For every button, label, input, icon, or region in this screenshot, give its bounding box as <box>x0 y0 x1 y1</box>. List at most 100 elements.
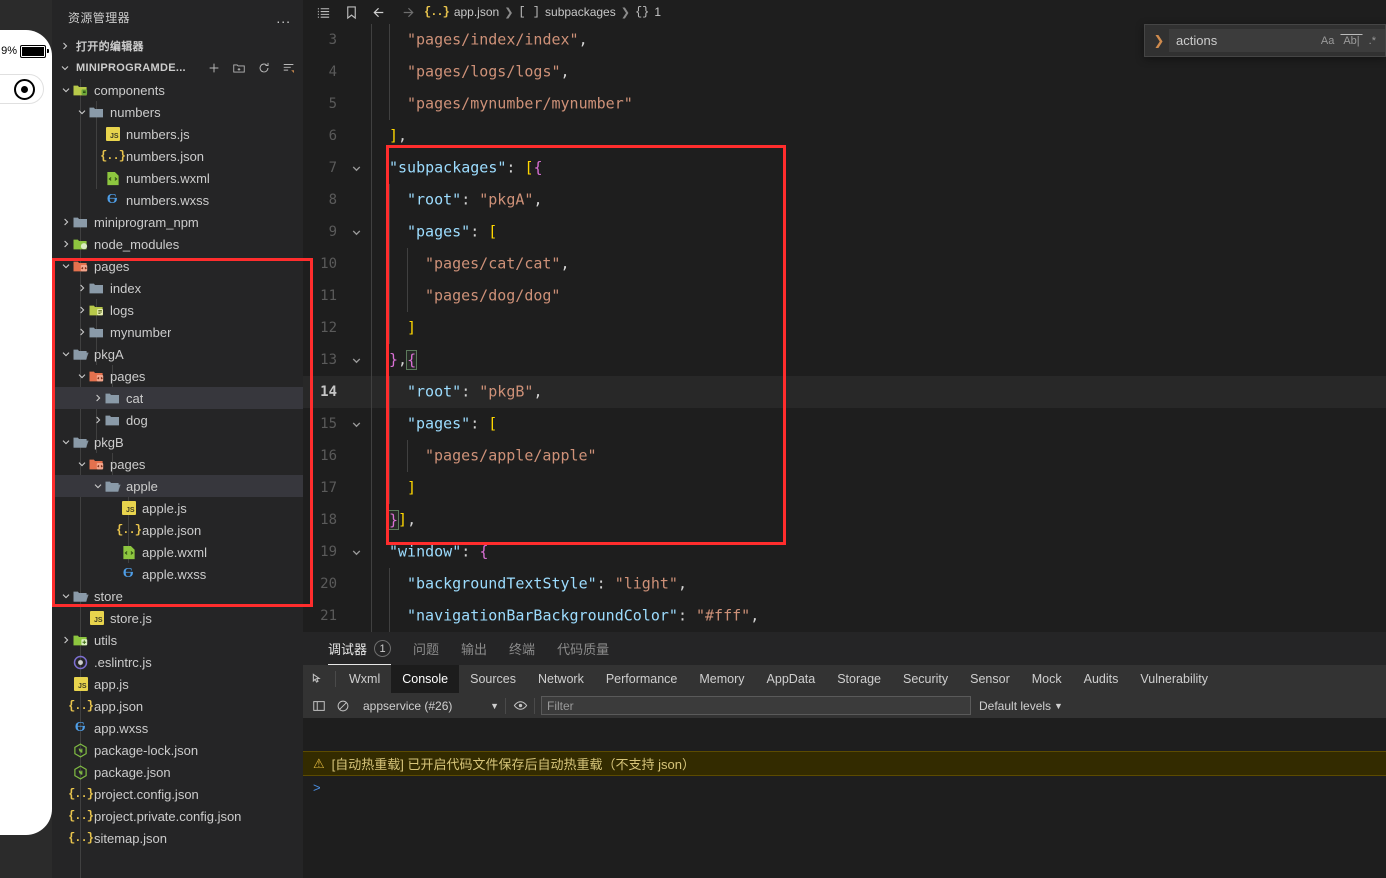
chevron-right-icon[interactable] <box>60 629 72 651</box>
code-line[interactable]: 12] <box>303 312 1386 344</box>
chevron-down-icon[interactable] <box>60 431 72 453</box>
code-line[interactable]: 19 "window": { <box>303 536 1386 568</box>
panel-toggle-icon[interactable] <box>307 693 331 718</box>
panel-tab-2[interactable]: 输出 <box>450 632 498 665</box>
tree-folder-numbers[interactable]: numbers <box>52 101 303 123</box>
tree-file-apple-wxss[interactable]: Əapple.wxss <box>52 563 303 585</box>
collapse-all-button[interactable] <box>281 60 297 76</box>
console-output[interactable]: ⚠ [自动热重载] 已开启代码文件保存后自动热重载（不支持 json） > <box>303 751 1386 878</box>
code-line[interactable]: 20 "backgroundTextStyle": "light", <box>303 568 1386 600</box>
bookmark-icon[interactable] <box>337 0 365 24</box>
devtools-tab-storage[interactable]: Storage <box>826 665 892 693</box>
tree-folder-dog[interactable]: dog <box>52 409 303 431</box>
chevron-down-icon[interactable] <box>60 585 72 607</box>
panel-tab-1[interactable]: 问题 <box>402 632 450 665</box>
devtools-tab-bar[interactable]: Wxml Console Sources Network Performance Memo… <box>303 665 1386 693</box>
tree-folder-pages[interactable]: pages <box>52 365 303 387</box>
code-line[interactable]: 7 "subpackages": [{ <box>303 152 1386 184</box>
code-line[interactable]: 5 "pages/mynumber/mynumber" <box>303 88 1386 120</box>
element-picker-icon[interactable] <box>303 665 333 693</box>
panel-tab-3[interactable]: 终端 <box>498 632 546 665</box>
chevron-down-icon[interactable] <box>76 101 88 123</box>
tree-folder-pkga[interactable]: pkgA <box>52 343 303 365</box>
code-lines-container[interactable]: 3 "pages/index/index", 4 "pages/logs/logs",… <box>303 24 1386 632</box>
code-line[interactable]: 18}], <box>303 504 1386 536</box>
devtools-tab-console[interactable]: Console <box>391 665 460 693</box>
fold-chevron-down-icon[interactable] <box>347 163 365 174</box>
tree-file-apple-wxml[interactable]: apple.wxml <box>52 541 303 563</box>
chevron-down-icon[interactable] <box>76 365 88 387</box>
breadcrumb-item-file[interactable]: {..} app.json <box>421 5 502 19</box>
tree-file-store-js[interactable]: JS store.js <box>52 607 303 629</box>
devtools-tab-performance[interactable]: Performance <box>595 665 689 693</box>
devtools-tab-wxml[interactable]: Wxml <box>338 665 391 693</box>
tree-file-app-json[interactable]: {..} app.json <box>52 695 303 717</box>
back-arrow-icon[interactable] <box>365 0 393 24</box>
tree-folder-pkgb[interactable]: pkgB <box>52 431 303 453</box>
code-line[interactable]: 4 "pages/logs/logs", <box>303 56 1386 88</box>
forward-arrow-icon[interactable] <box>393 0 421 24</box>
code-line[interactable]: 16 "pages/apple/apple" <box>303 440 1386 472</box>
chevron-down-icon[interactable] <box>76 453 88 475</box>
tree-folder-apple[interactable]: apple <box>52 475 303 497</box>
tree-file-numbers-wxml[interactable]: numbers.wxml <box>52 167 303 189</box>
outline-icon[interactable] <box>309 0 337 24</box>
chevron-down-icon[interactable] <box>92 475 104 497</box>
code-line[interactable]: 11 "pages/dog/dog" <box>303 280 1386 312</box>
panel-tab-0[interactable]: 调试器 1 <box>317 632 402 665</box>
console-context-select[interactable]: appservice (#26) ▼ <box>355 696 503 715</box>
devtools-tab-audits[interactable]: Audits <box>1073 665 1130 693</box>
console-prompt[interactable]: > <box>303 776 1386 798</box>
code-line[interactable]: 14 "root": "pkgB", <box>303 376 1386 408</box>
project-section[interactable]: MINIPROGRAMDE... <box>52 57 303 79</box>
devtools-tab-sources[interactable]: Sources <box>459 665 527 693</box>
devtools-tab-memory[interactable]: Memory <box>688 665 755 693</box>
find-input[interactable]: actions Aa Ab| .* <box>1169 29 1385 52</box>
tree-file-numbers-json[interactable]: {..} numbers.json <box>52 145 303 167</box>
tree-file-apple-json[interactable]: {..} apple.json <box>52 519 303 541</box>
fold-chevron-down-icon[interactable] <box>347 227 365 238</box>
new-file-button[interactable] <box>206 60 222 76</box>
tree-file-project-config-json[interactable]: {..} project.config.json <box>52 783 303 805</box>
tree-file--eslintrc-js[interactable]: .eslintrc.js <box>52 651 303 673</box>
tree-file-package-lock-json[interactable]: package-lock.json <box>52 739 303 761</box>
match-case-option[interactable]: Aa <box>1319 35 1336 47</box>
chevron-right-icon[interactable] <box>92 387 104 409</box>
console-toolbar[interactable]: appservice (#26) ▼ Filter Default levels… <box>303 693 1386 718</box>
whole-word-option[interactable]: Ab| <box>1340 33 1363 48</box>
chevron-right-icon[interactable] <box>60 211 72 233</box>
tree-file-apple-js[interactable]: JS apple.js <box>52 497 303 519</box>
chevron-right-icon[interactable] <box>76 277 88 299</box>
code-line[interactable]: 9 "pages": [ <box>303 216 1386 248</box>
tree-file-sitemap-json[interactable]: {..} sitemap.json <box>52 827 303 849</box>
chevron-right-icon[interactable] <box>92 409 104 431</box>
open-editors-section[interactable]: 打开的编辑器 <box>52 35 303 57</box>
code-line[interactable]: 6], <box>303 120 1386 152</box>
panel-tab-4[interactable]: 代码质量 <box>546 632 620 665</box>
devtools-tab-security[interactable]: Security <box>892 665 959 693</box>
breadcrumb-item-array[interactable]: [ ] subpackages <box>515 5 618 19</box>
devtools-tab-network[interactable]: Network <box>527 665 595 693</box>
fold-chevron-down-icon[interactable] <box>347 355 365 366</box>
code-line[interactable]: 8 "root": "pkgA", <box>303 184 1386 216</box>
tree-folder-store[interactable]: store <box>52 585 303 607</box>
regex-option[interactable]: .* <box>1367 35 1378 47</box>
chevron-right-icon-find[interactable]: ❯ <box>1149 33 1169 49</box>
code-line[interactable]: 21 "navigationBarBackgroundColor": "#fff"… <box>303 600 1386 632</box>
chevron-down-icon[interactable] <box>60 343 72 365</box>
chevron-right-icon[interactable] <box>76 299 88 321</box>
tree-file-package-json[interactable]: package.json <box>52 761 303 783</box>
chevron-right-icon[interactable] <box>76 321 88 343</box>
tree-folder-cat[interactable]: cat <box>52 387 303 409</box>
code-line[interactable]: 15 "pages": [ <box>303 408 1386 440</box>
chevron-down-icon[interactable] <box>60 79 72 101</box>
new-folder-button[interactable] <box>231 60 247 76</box>
fold-chevron-down-icon[interactable] <box>347 419 365 430</box>
tree-file-project-private-config-json[interactable]: {..} project.private.config.json <box>52 805 303 827</box>
tree-folder-miniprogram-npm[interactable]: miniprogram_npm <box>52 211 303 233</box>
code-line[interactable]: 10 "pages/cat/cat", <box>303 248 1386 280</box>
tree-folder-mynumber[interactable]: mynumber <box>52 321 303 343</box>
tree-folder-logs[interactable]: logs <box>52 299 303 321</box>
tree-folder-components[interactable]: components <box>52 79 303 101</box>
record-dot-icon[interactable] <box>14 78 35 100</box>
